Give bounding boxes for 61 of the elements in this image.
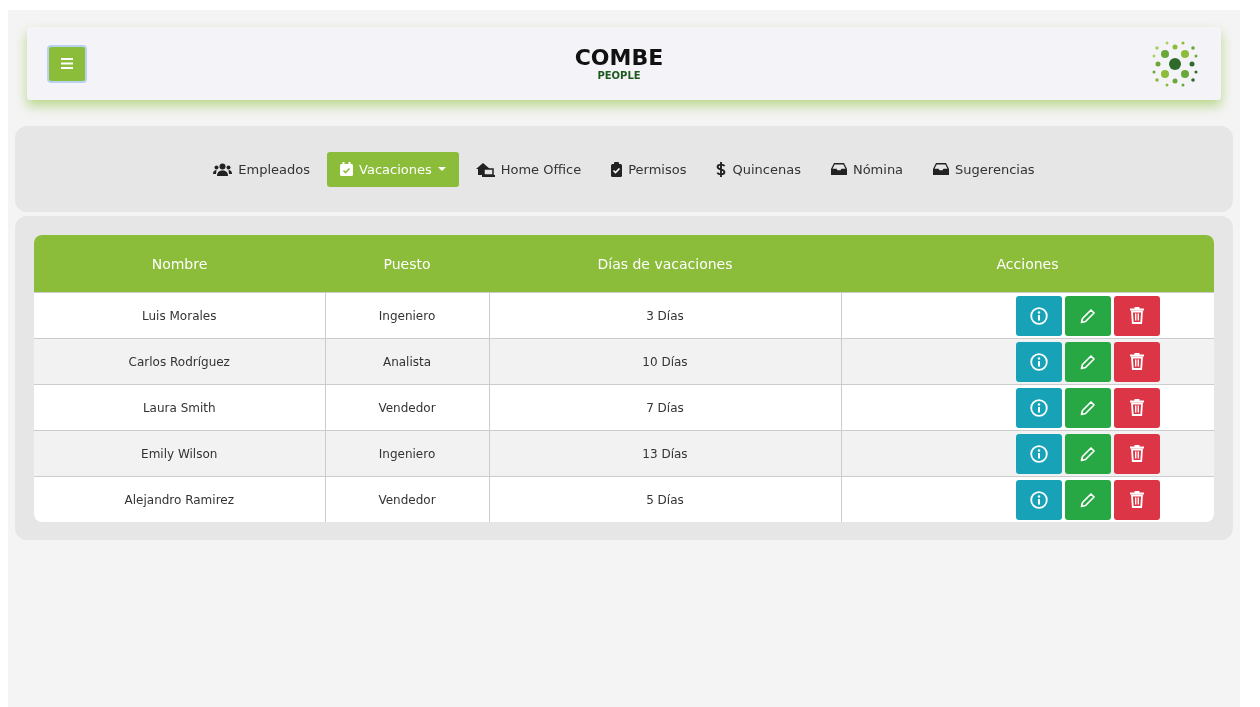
table-cell: Analista [325, 338, 489, 385]
info-icon [1029, 306, 1048, 325]
pencil-icon [1079, 399, 1096, 416]
nav-tab[interactable]: Home Office [462, 151, 595, 187]
inbox-icon [830, 163, 847, 175]
delete-button[interactable] [1113, 433, 1160, 474]
delete-button[interactable] [1113, 387, 1160, 428]
nav-tab[interactable]: Permisos [598, 151, 700, 187]
pencil-icon [1079, 445, 1096, 462]
nav-tab[interactable]: Empleados [200, 151, 324, 187]
trash-icon [1129, 353, 1144, 370]
trash-icon [1129, 307, 1144, 324]
delete-button[interactable] [1113, 341, 1160, 382]
calendar-icon [340, 162, 354, 176]
menu-button[interactable] [47, 44, 87, 83]
dollar-icon [716, 161, 727, 177]
column-header: Puesto [325, 235, 489, 293]
delete-button[interactable] [1113, 295, 1160, 336]
edit-button[interactable] [1064, 341, 1111, 382]
table-cell: Vendedor [325, 476, 489, 522]
logo-icon [1151, 39, 1199, 88]
info-icon [1029, 490, 1048, 509]
info-button[interactable] [1015, 433, 1062, 474]
pencil-icon [1079, 307, 1096, 324]
info-icon [1029, 352, 1048, 371]
menu-icon [61, 58, 73, 69]
column-header: Acciones [841, 235, 1214, 293]
table-cell: Ingeniero [325, 430, 489, 477]
app-title: COMBE [574, 46, 664, 70]
table-cell: 5 Días [489, 476, 841, 522]
nav-tab[interactable]: Sugerencias [920, 151, 1048, 187]
app-subtitle: PEOPLE [597, 70, 641, 81]
clipboard-check-icon [611, 161, 623, 177]
trash-icon [1129, 491, 1144, 508]
nav-tab[interactable]: Nómina [817, 151, 917, 187]
delete-button[interactable] [1113, 479, 1160, 520]
nav-tab[interactable]: Quincenas [703, 151, 814, 187]
info-icon [1029, 398, 1048, 417]
info-button[interactable] [1015, 387, 1062, 428]
trash-icon [1129, 399, 1144, 416]
info-button[interactable] [1015, 479, 1062, 520]
pencil-icon [1079, 353, 1096, 370]
inbox-icon [933, 163, 950, 175]
edit-button[interactable] [1064, 387, 1111, 428]
edit-button[interactable] [1064, 433, 1111, 474]
table-cell: Emily Wilson [34, 430, 325, 477]
pencil-icon [1079, 491, 1096, 508]
table-cell: 13 Días [489, 430, 841, 477]
edit-button[interactable] [1064, 479, 1111, 520]
trash-icon [1129, 445, 1144, 462]
info-icon [1029, 444, 1048, 463]
info-button[interactable] [1015, 341, 1062, 382]
table-cell: 10 Días [489, 338, 841, 385]
column-header: Días de vacaciones [489, 235, 841, 293]
edit-button[interactable] [1064, 295, 1111, 336]
users-icon [213, 162, 233, 176]
house-laptop-icon [475, 161, 495, 177]
table-cell: Alejandro Ramirez [34, 476, 325, 522]
table-cell: Carlos Rodríguez [34, 338, 325, 385]
info-button[interactable] [1015, 295, 1062, 336]
column-header: Nombre [34, 235, 325, 293]
